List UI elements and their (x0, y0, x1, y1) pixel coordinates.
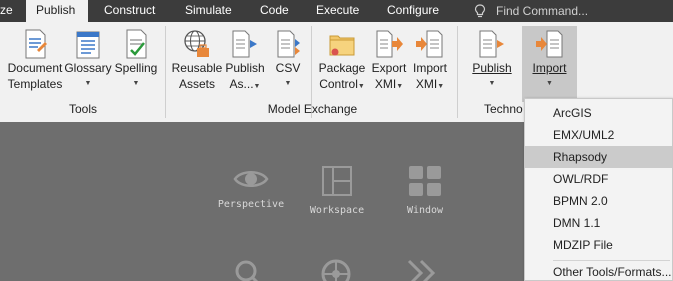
find-command[interactable]: Find Command... (474, 0, 588, 22)
perspective-label: Perspective (217, 199, 285, 210)
tab-construct[interactable]: Construct (104, 0, 155, 22)
window-label: Window (406, 205, 444, 216)
lightbulb-icon (474, 4, 486, 18)
reusable-assets-label-2: Assets (178, 77, 215, 91)
tab-configure[interactable]: Configure (387, 0, 439, 22)
eye-icon (233, 171, 269, 187)
workspace-item[interactable]: Workspace (302, 165, 372, 216)
reusable-assets-button[interactable]: Reusable Assets (170, 26, 224, 106)
window-grid-icon (409, 166, 441, 196)
menu-item-emx-uml2[interactable]: EMX/UML2 (525, 124, 672, 146)
import-dropdown-menu: ArcGIS EMX/UML2 Rhapsody OWL/RDF BPMN 2.… (524, 98, 673, 281)
document-templates-label-2: Templates (7, 77, 63, 91)
tab-publish[interactable]: Publish (26, 0, 88, 22)
menu-item-owl-rdf[interactable]: OWL/RDF (525, 168, 672, 190)
spelling-icon (126, 29, 147, 59)
glossary-button[interactable]: Glossary ▼ (64, 26, 112, 106)
group-label-model-exchange: Model Exchange (267, 102, 358, 116)
package-control-button[interactable]: Package Control▼ (314, 26, 370, 106)
import-icon (535, 30, 562, 58)
tab-partial[interactable]: ze (0, 0, 13, 22)
csv-button[interactable]: CSV ▼ (268, 26, 308, 106)
globe-icon (184, 30, 209, 57)
wheel-icon[interactable] (320, 258, 352, 281)
group-divider (165, 26, 166, 118)
csv-icon (277, 30, 300, 58)
import-label: Import (532, 61, 567, 75)
document-templates-label-1: Document (7, 61, 63, 75)
glossary-label: Glossary (64, 61, 112, 75)
publish-icon (479, 30, 504, 58)
csv-label: CSV (275, 61, 301, 75)
export-xmi-label-2: XMI▼ (374, 77, 404, 91)
chevron-down-icon: ▼ (546, 80, 553, 87)
import-xmi-label-1: Import (412, 61, 447, 75)
package-control-label-2: Control▼ (319, 77, 365, 91)
double-chevron-icon[interactable] (406, 258, 440, 281)
menu-item-arcgis[interactable]: ArcGIS (525, 102, 672, 124)
group-label-technology: Techno (484, 102, 523, 116)
export-xmi-label-1: Export (371, 61, 407, 75)
spelling-button[interactable]: Spelling ▼ (112, 26, 160, 106)
menu-item-rhapsody[interactable]: Rhapsody (525, 146, 672, 168)
tab-code[interactable]: Code (260, 0, 289, 22)
publish-as-label-1: Publish (225, 61, 265, 75)
menu-bar: ze Publish Construct Simulate Code Execu… (0, 0, 673, 22)
menu-item-other-tools[interactable]: Other Tools/Formats... (525, 261, 672, 281)
import-button[interactable]: Import ▼ (522, 26, 577, 102)
perspective-item[interactable]: Perspective (216, 167, 286, 210)
import-xmi-icon (416, 30, 443, 58)
import-xmi-label-2: XMI▼ (415, 77, 445, 91)
chevron-down-icon: ▼ (488, 80, 496, 87)
publish-as-icon (232, 30, 257, 58)
publish-label: Publish (472, 61, 512, 75)
find-command-placeholder: Find Command... (496, 4, 589, 18)
menu-item-mdzip[interactable]: MDZIP File (525, 234, 672, 256)
publish-as-label-2: As...▼ (229, 77, 261, 91)
export-xmi-button[interactable]: Export XMI▼ (370, 26, 408, 106)
chevron-down-icon: ▼ (284, 80, 292, 87)
tab-simulate[interactable]: Simulate (185, 0, 232, 22)
document-templates-icon (25, 29, 47, 59)
reusable-assets-label-1: Reusable (171, 61, 223, 75)
workspace-label: Workspace (309, 205, 365, 216)
menu-item-bpmn[interactable]: BPMN 2.0 (525, 190, 672, 212)
glossary-icon (76, 31, 100, 59)
spelling-label: Spelling (114, 61, 158, 75)
export-xmi-icon (376, 30, 403, 58)
folder-icon (329, 35, 355, 56)
search-icon[interactable] (233, 258, 263, 281)
document-templates-button[interactable]: Document Templates (6, 26, 64, 106)
chevron-down-icon: ▼ (84, 80, 92, 87)
chevron-down-icon: ▼ (132, 80, 140, 87)
publish-as-button[interactable]: Publish As...▼ (224, 26, 266, 106)
window-item[interactable]: Window (390, 165, 460, 216)
group-divider (457, 26, 458, 118)
group-label-tools: Tools (68, 102, 97, 116)
package-control-label-1: Package (318, 61, 366, 75)
workspace-icon (322, 166, 352, 196)
publish-button[interactable]: Publish ▼ (468, 26, 516, 106)
tab-execute[interactable]: Execute (316, 0, 359, 22)
menu-item-dmn[interactable]: DMN 1.1 (525, 212, 672, 234)
import-xmi-button[interactable]: Import XMI▼ (410, 26, 450, 106)
